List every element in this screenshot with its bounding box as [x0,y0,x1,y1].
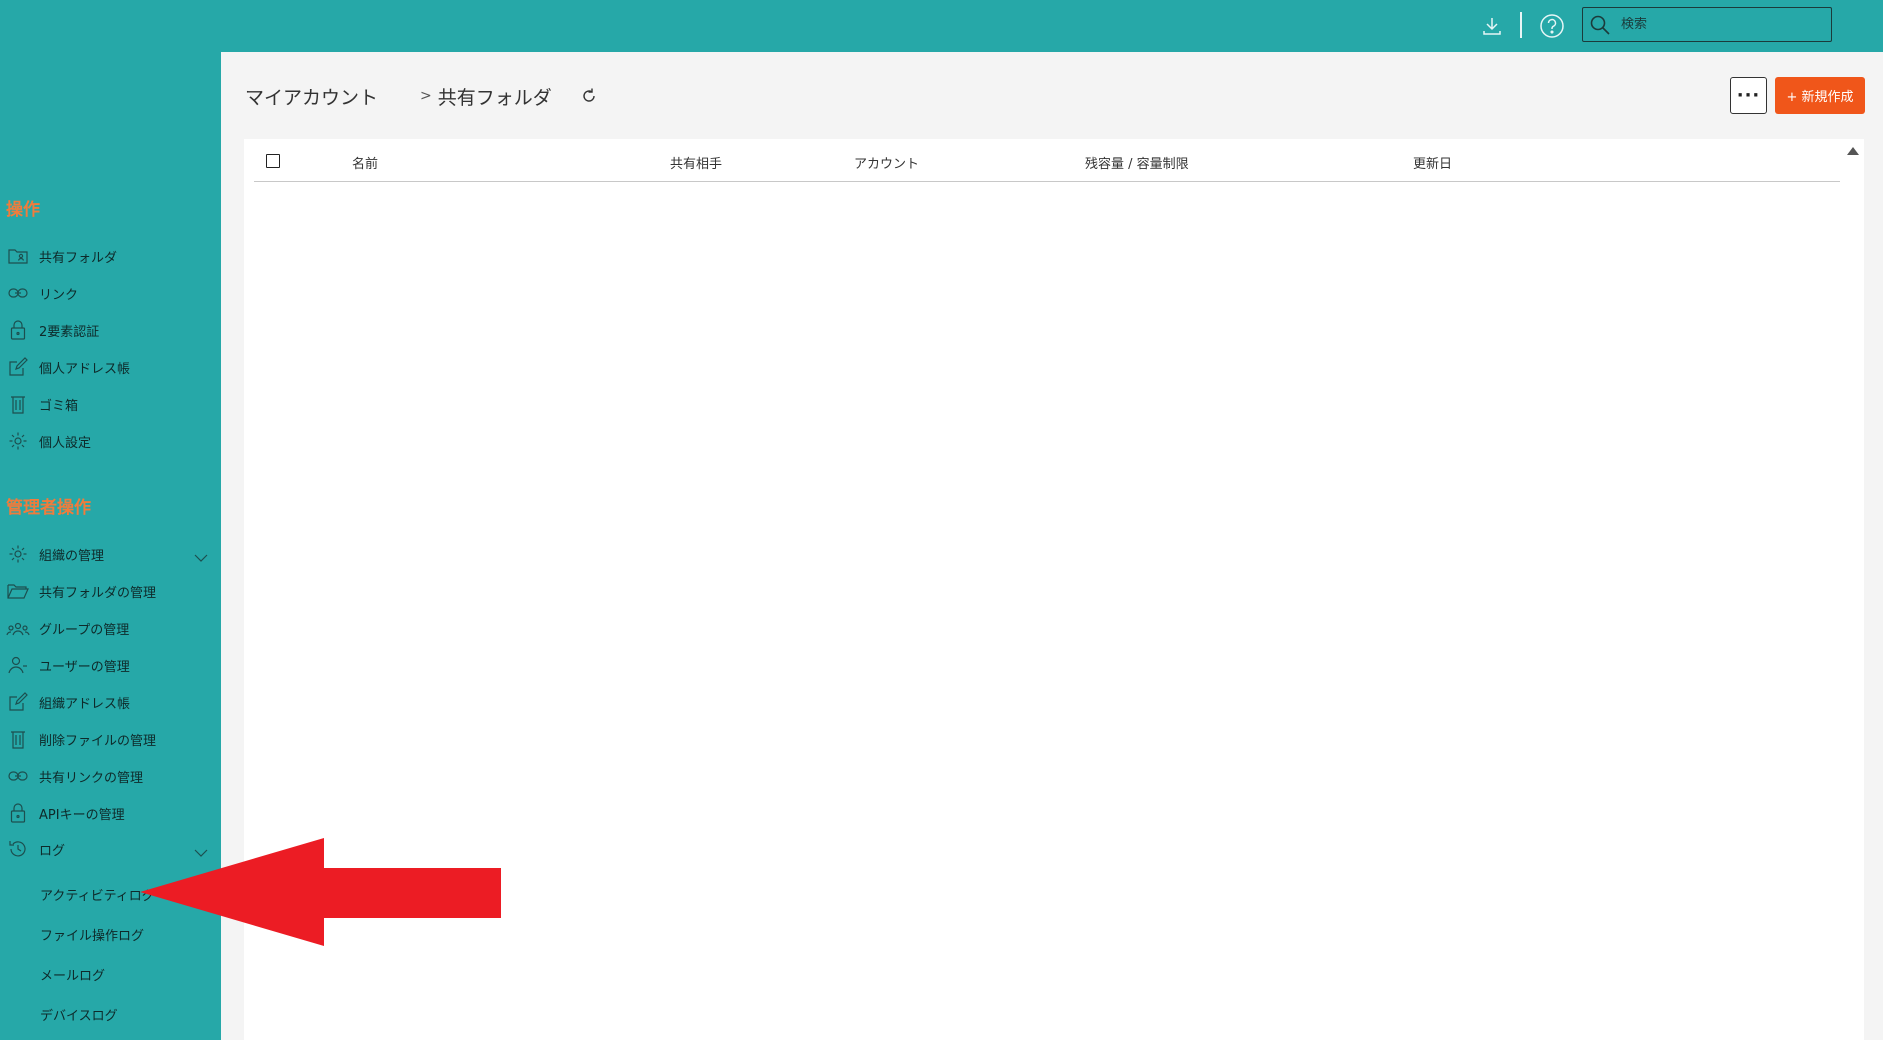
breadcrumb-separator: > [420,88,432,104]
search-icon[interactable] [1583,8,1617,41]
refresh-icon[interactable] [578,85,600,107]
select-all-checkbox[interactable] [266,154,280,168]
column-header-updated[interactable]: 更新日 [1413,153,1452,172]
sidebar-item-group-management[interactable]: グループの管理 [6,613,216,643]
edit-icon [6,355,30,379]
sidebar-item-personal-address-book[interactable]: 個人アドレス帳 [6,352,216,382]
sidebar-item-label: 組織アドレス帳 [39,696,131,712]
sidebar-item-label: ユーザーの管理 [39,659,130,675]
edit-icon [6,690,30,714]
download-icon[interactable] [1476,10,1508,42]
ops-section-heading: 操作 [6,200,40,220]
trash-icon [6,727,30,751]
sidebar-item-label: 削除ファイルの管理 [39,733,157,749]
sidebar-subitem-mail-log[interactable]: メールログ [40,960,105,988]
breadcrumb: マイアカウント > 共有フォルダ [245,76,600,116]
more-options-button[interactable]: ··· [1730,77,1767,114]
sidebar-item-label: ログ [39,843,66,859]
group-icon [6,616,30,640]
sidebar-item-api-key-management[interactable]: APIキーの管理 [6,798,216,828]
folder-open-icon [6,579,30,603]
search-field[interactable] [1582,7,1832,42]
sidebar-item-link[interactable]: リンク [6,278,216,308]
new-create-button[interactable]: + 新規作成 [1775,77,1865,114]
lock-icon [6,318,30,342]
search-input[interactable] [1621,17,1821,32]
admin-section-heading: 管理者操作 [6,498,91,518]
help-icon[interactable] [1536,10,1568,42]
history-icon [6,837,30,861]
sidebar-item-org-address-book[interactable]: 組織アドレス帳 [6,687,216,717]
sidebar-item-shared-folder[interactable]: 共有フォルダ [6,241,216,271]
sidebar-item-user-management[interactable]: ユーザーの管理 [6,650,216,680]
user-icon [6,653,30,677]
sidebar-item-deleted-files[interactable]: 削除ファイルの管理 [6,724,216,754]
sidebar-item-label: 個人アドレス帳 [39,361,131,377]
breadcrumb-current: 共有フォルダ [437,86,552,109]
gear-icon [6,542,30,566]
sidebar-item-2fa[interactable]: 2要素認証 [6,315,216,345]
sidebar-item-personal-settings[interactable]: 個人設定 [6,426,216,456]
toolbar-divider [1520,12,1522,38]
trash-icon [6,392,30,416]
sidebar-item-label: 共有フォルダの管理 [39,585,157,601]
sidebar-subitem-device-log[interactable]: デバイスログ [40,1000,118,1028]
sidebar-item-org-management[interactable]: 組織の管理 [6,539,216,569]
sidebar-item-label: 共有リンクの管理 [39,770,144,786]
scroll-up-arrow[interactable] [1847,147,1859,155]
sidebar-item-label: 組織の管理 [39,548,105,564]
sidebar-item-label: ゴミ箱 [39,398,79,414]
sidebar-item-label: リンク [39,287,79,303]
link-icon [6,764,30,788]
table-header: 名前 共有相手 アカウント 残容量 / 容量制限 更新日 [254,139,1840,182]
sidebar-item-label: グループの管理 [39,622,130,638]
sidebar-item-shared-link-management[interactable]: 共有リンクの管理 [6,761,216,791]
lock-icon [6,801,30,825]
column-header-name[interactable]: 名前 [352,153,378,172]
sidebar-item-trash[interactable]: ゴミ箱 [6,389,216,419]
chevron-down-icon[interactable] [194,547,208,566]
sidebar-item-label: APIキーの管理 [39,807,125,823]
column-header-shared-with[interactable]: 共有相手 [670,153,722,172]
sidebar-item-label: 共有フォルダ [39,250,118,266]
sidebar-item-shared-folder-management[interactable]: 共有フォルダの管理 [6,576,216,606]
column-header-account[interactable]: アカウント [854,153,919,172]
top-bar [0,0,1883,52]
shared-folder-icon [6,244,30,268]
link-icon [6,281,30,305]
breadcrumb-root[interactable]: マイアカウント [245,83,378,110]
sidebar-item-label: 2要素認証 [39,324,100,340]
sidebar-item-label: 個人設定 [39,435,92,451]
sidebar-subitem-file-operation-log[interactable]: ファイル操作ログ [40,920,144,948]
column-header-capacity[interactable]: 残容量 / 容量制限 [1085,153,1189,172]
annotation-arrow [140,838,501,946]
gear-icon [6,429,30,453]
